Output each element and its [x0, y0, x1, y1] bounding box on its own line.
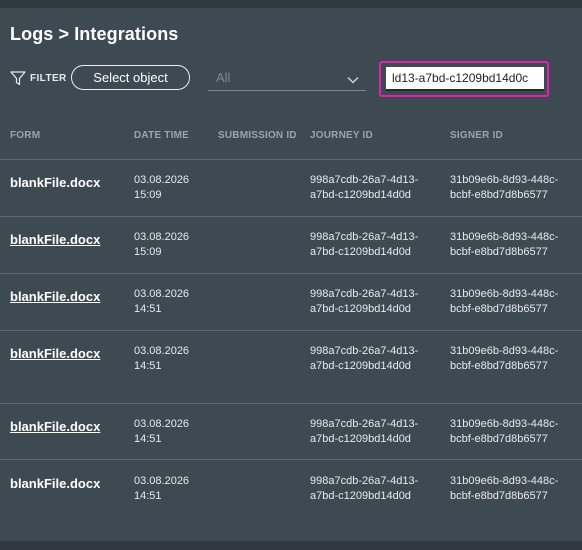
form-name: blankFile.docx [10, 476, 101, 491]
search-input[interactable] [386, 67, 544, 91]
column-header-date-time[interactable]: DATE TIME [134, 130, 189, 141]
chevron-down-icon [346, 72, 360, 90]
dropdown-value: All [216, 70, 231, 85]
date-time-cell: 03.08.2026 14:51 [134, 418, 190, 445]
divider [0, 273, 582, 274]
form-link[interactable]: blankFile.docx [10, 419, 100, 434]
table-row[interactable]: blankFile.docx 03.08.2026 14:51 998a7cdb-… [0, 411, 582, 451]
signer-id-cell: 31b09e6b-8d93-448c-bcbf-e8bd7d8b6577 [450, 174, 559, 201]
form-link[interactable]: blankFile.docx [10, 289, 100, 304]
column-header-journey-id[interactable]: JOURNEY ID [310, 130, 373, 141]
signer-id-cell: 31b09e6b-8d93-448c-bcbf-e8bd7d8b6577 [450, 345, 559, 372]
funnel-icon [10, 70, 26, 86]
table-row[interactable]: blankFile.docx 03.08.2026 14:51 998a7cdb-… [0, 468, 582, 508]
journey-id-cell: 998a7cdb-26a7-4d13- a7bd-c1209bd14d0d [310, 345, 419, 372]
page-title: Logs > Integrations [10, 24, 179, 44]
signer-id-cell: 31b09e6b-8d93-448c-bcbf-e8bd7d8b6577 [450, 231, 559, 258]
type-dropdown[interactable]: All [208, 66, 366, 91]
table-row[interactable]: blankFile.docx 03.08.2026 14:51 998a7cdb-… [0, 281, 582, 321]
table-row[interactable]: blankFile.docx 03.08.2026 15:09 998a7cdb-… [0, 167, 582, 207]
table-header: FORM DATE TIME SUBMISSION ID JOURNEY ID … [0, 126, 582, 146]
top-bar [0, 0, 582, 8]
signer-id-cell: 31b09e6b-8d93-448c-bcbf-e8bd7d8b6577 [450, 475, 559, 502]
date-time-cell: 03.08.2026 15:09 [134, 231, 190, 258]
column-header-signer-id[interactable]: SIGNER ID [450, 130, 503, 141]
filter-label: FILTER [30, 72, 67, 84]
form-link[interactable]: blankFile.docx [10, 346, 100, 361]
select-object-button[interactable]: Select object [71, 65, 190, 90]
signer-id-cell: 31b09e6b-8d93-448c-bcbf-e8bd7d8b6577 [450, 288, 559, 315]
date-time-cell: 03.08.2026 14:51 [134, 345, 190, 372]
divider [0, 216, 582, 217]
date-time-cell: 03.08.2026 14:51 [134, 475, 190, 502]
divider [0, 403, 582, 404]
date-time-cell: 03.08.2026 14:51 [134, 288, 190, 315]
form-link[interactable]: blankFile.docx [10, 232, 100, 247]
journey-id-cell: 998a7cdb-26a7-4d13- a7bd-c1209bd14d0d [310, 418, 419, 445]
divider [0, 459, 582, 460]
bottom-bar [0, 541, 582, 550]
filter-button[interactable]: FILTER [10, 69, 67, 87]
date-time-cell: 03.08.2026 15:09 [134, 174, 190, 201]
divider [0, 330, 582, 331]
divider [0, 159, 582, 160]
form-name: blankFile.docx [10, 175, 101, 190]
table-row[interactable]: blankFile.docx 03.08.2026 14:51 998a7cdb-… [0, 338, 582, 378]
column-header-form[interactable]: FORM [10, 130, 40, 141]
signer-id-cell: 31b09e6b-8d93-448c-bcbf-e8bd7d8b6577 [450, 418, 559, 445]
journey-id-cell: 998a7cdb-26a7-4d13- a7bd-c1209bd14d0d [310, 174, 419, 201]
column-header-submission-id[interactable]: SUBMISSION ID [218, 130, 297, 141]
journey-id-cell: 998a7cdb-26a7-4d13- a7bd-c1209bd14d0d [310, 231, 419, 258]
journey-id-cell: 998a7cdb-26a7-4d13- a7bd-c1209bd14d0d [310, 475, 419, 502]
journey-id-cell: 998a7cdb-26a7-4d13- a7bd-c1209bd14d0d [310, 288, 419, 315]
table-row[interactable]: blankFile.docx 03.08.2026 15:09 998a7cdb-… [0, 224, 582, 264]
